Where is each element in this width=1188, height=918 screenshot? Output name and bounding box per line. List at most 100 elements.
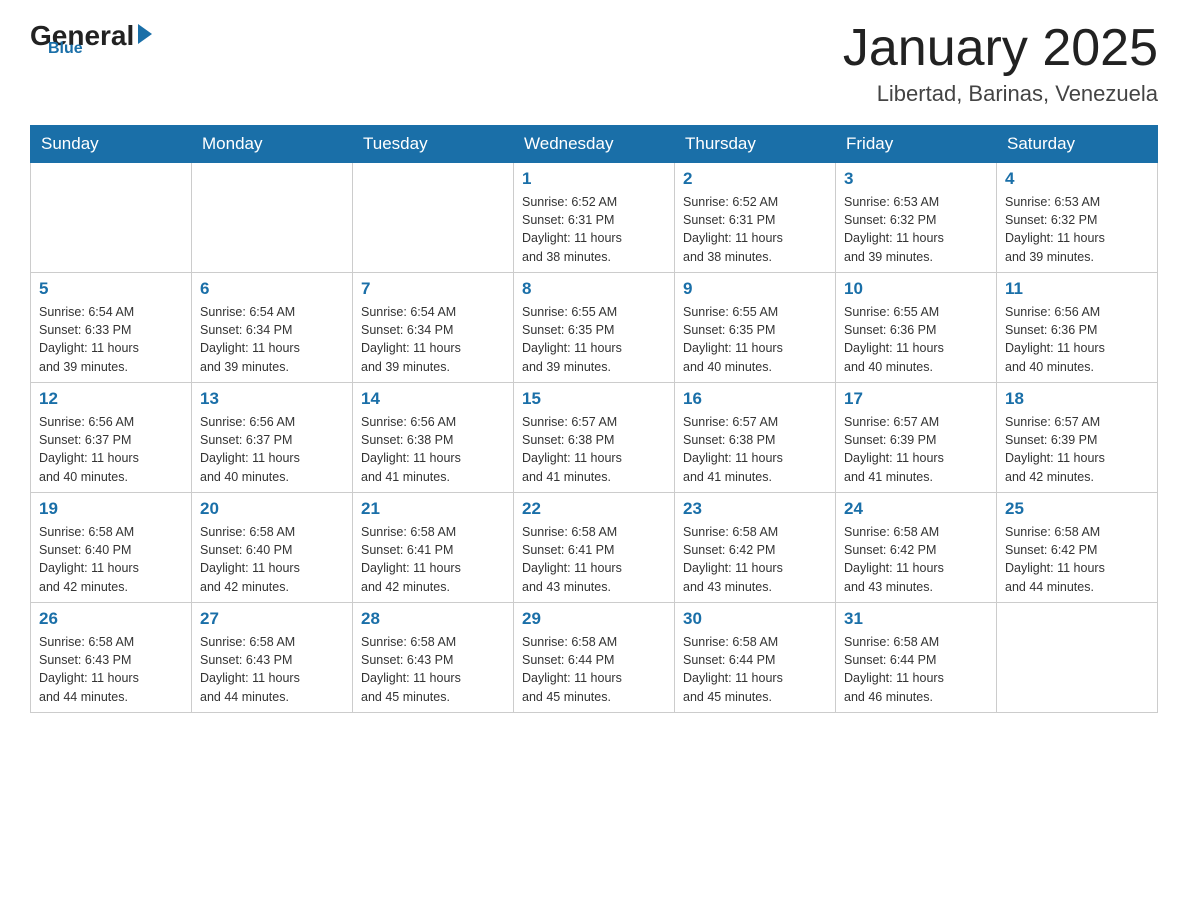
- calendar-cell: 1 Sunrise: 6:52 AM Sunset: 6:31 PM Daylig…: [514, 163, 675, 273]
- day-info: Sunrise: 6:55 AM Sunset: 6:35 PM Dayligh…: [522, 303, 666, 376]
- day-info: Sunrise: 6:53 AM Sunset: 6:32 PM Dayligh…: [1005, 193, 1149, 266]
- calendar-cell: 23 Sunrise: 6:58 AM Sunset: 6:42 PM Dayli…: [675, 493, 836, 603]
- day-number: 29: [522, 609, 666, 629]
- day-info: Sunrise: 6:57 AM Sunset: 6:38 PM Dayligh…: [683, 413, 827, 486]
- calendar-header-row: SundayMondayTuesdayWednesdayThursdayFrid…: [31, 126, 1158, 163]
- calendar-cell: 28Sunrise: 6:58 AM Sunset: 6:43 PM Dayli…: [353, 603, 514, 713]
- day-header-thursday: Thursday: [675, 126, 836, 163]
- calendar-cell: [353, 163, 514, 273]
- day-info: Sunrise: 6:52 AM Sunset: 6:31 PM Dayligh…: [683, 193, 827, 266]
- calendar-cell: 14Sunrise: 6:56 AM Sunset: 6:38 PM Dayli…: [353, 383, 514, 493]
- day-number: 4: [1005, 169, 1149, 189]
- calendar-cell: 18Sunrise: 6:57 AM Sunset: 6:39 PM Dayli…: [997, 383, 1158, 493]
- day-number: 10: [844, 279, 988, 299]
- calendar-week-row: 1 Sunrise: 6:52 AM Sunset: 6:31 PM Daylig…: [31, 163, 1158, 273]
- day-number: 9: [683, 279, 827, 299]
- calendar-cell: 2 Sunrise: 6:52 AM Sunset: 6:31 PM Daylig…: [675, 163, 836, 273]
- logo-blue-text: Blue: [48, 40, 83, 58]
- day-info: Sunrise: 6:56 AM Sunset: 6:37 PM Dayligh…: [39, 413, 183, 486]
- day-number: 1: [522, 169, 666, 189]
- calendar-cell: 8 Sunrise: 6:55 AM Sunset: 6:35 PM Daylig…: [514, 273, 675, 383]
- calendar-week-row: 26 Sunrise: 6:58 AM Sunset: 6:43 PM Dayli…: [31, 603, 1158, 713]
- logo: General Blue: [30, 20, 152, 58]
- day-info: Sunrise: 6:57 AM Sunset: 6:38 PM Dayligh…: [522, 413, 666, 486]
- calendar-cell: 20Sunrise: 6:58 AM Sunset: 6:40 PM Dayli…: [192, 493, 353, 603]
- day-info: Sunrise: 6:58 AM Sunset: 6:44 PM Dayligh…: [844, 633, 988, 706]
- calendar-table: SundayMondayTuesdayWednesdayThursdayFrid…: [30, 125, 1158, 713]
- calendar-cell: [192, 163, 353, 273]
- day-header-saturday: Saturday: [997, 126, 1158, 163]
- day-info: Sunrise: 6:58 AM Sunset: 6:44 PM Dayligh…: [683, 633, 827, 706]
- page-title: January 2025: [843, 20, 1158, 77]
- calendar-cell: 12 Sunrise: 6:56 AM Sunset: 6:37 PM Dayli…: [31, 383, 192, 493]
- day-number: 18: [1005, 389, 1149, 409]
- calendar-cell: 24 Sunrise: 6:58 AM Sunset: 6:42 PM Dayli…: [836, 493, 997, 603]
- calendar-cell: 5 Sunrise: 6:54 AM Sunset: 6:33 PM Daylig…: [31, 273, 192, 383]
- logo-arrow-icon: [138, 24, 152, 44]
- page-subtitle: Libertad, Barinas, Venezuela: [843, 81, 1158, 107]
- day-number: 8: [522, 279, 666, 299]
- day-info: Sunrise: 6:56 AM Sunset: 6:36 PM Dayligh…: [1005, 303, 1149, 376]
- day-number: 12: [39, 389, 183, 409]
- day-info: Sunrise: 6:54 AM Sunset: 6:34 PM Dayligh…: [200, 303, 344, 376]
- day-info: Sunrise: 6:58 AM Sunset: 6:40 PM Dayligh…: [39, 523, 183, 596]
- day-number: 26: [39, 609, 183, 629]
- calendar-week-row: 19Sunrise: 6:58 AM Sunset: 6:40 PM Dayli…: [31, 493, 1158, 603]
- day-header-friday: Friday: [836, 126, 997, 163]
- day-number: 13: [200, 389, 344, 409]
- calendar-cell: 6Sunrise: 6:54 AM Sunset: 6:34 PM Daylig…: [192, 273, 353, 383]
- day-info: Sunrise: 6:58 AM Sunset: 6:43 PM Dayligh…: [39, 633, 183, 706]
- day-info: Sunrise: 6:54 AM Sunset: 6:34 PM Dayligh…: [361, 303, 505, 376]
- calendar-cell: 30 Sunrise: 6:58 AM Sunset: 6:44 PM Dayli…: [675, 603, 836, 713]
- day-number: 22: [522, 499, 666, 519]
- calendar-week-row: 5 Sunrise: 6:54 AM Sunset: 6:33 PM Daylig…: [31, 273, 1158, 383]
- calendar-cell: [31, 163, 192, 273]
- calendar-cell: 22 Sunrise: 6:58 AM Sunset: 6:41 PM Dayli…: [514, 493, 675, 603]
- day-info: Sunrise: 6:58 AM Sunset: 6:42 PM Dayligh…: [1005, 523, 1149, 596]
- day-info: Sunrise: 6:58 AM Sunset: 6:44 PM Dayligh…: [522, 633, 666, 706]
- day-info: Sunrise: 6:56 AM Sunset: 6:37 PM Dayligh…: [200, 413, 344, 486]
- calendar-cell: 16 Sunrise: 6:57 AM Sunset: 6:38 PM Dayli…: [675, 383, 836, 493]
- calendar-cell: 13 Sunrise: 6:56 AM Sunset: 6:37 PM Dayli…: [192, 383, 353, 493]
- day-number: 16: [683, 389, 827, 409]
- header-title-area: January 2025 Libertad, Barinas, Venezuel…: [843, 20, 1158, 107]
- day-number: 3: [844, 169, 988, 189]
- day-number: 17: [844, 389, 988, 409]
- day-number: 7: [361, 279, 505, 299]
- day-info: Sunrise: 6:54 AM Sunset: 6:33 PM Dayligh…: [39, 303, 183, 376]
- calendar-cell: 10Sunrise: 6:55 AM Sunset: 6:36 PM Dayli…: [836, 273, 997, 383]
- day-info: Sunrise: 6:58 AM Sunset: 6:42 PM Dayligh…: [683, 523, 827, 596]
- calendar-cell: 31Sunrise: 6:58 AM Sunset: 6:44 PM Dayli…: [836, 603, 997, 713]
- day-info: Sunrise: 6:53 AM Sunset: 6:32 PM Dayligh…: [844, 193, 988, 266]
- day-info: Sunrise: 6:58 AM Sunset: 6:40 PM Dayligh…: [200, 523, 344, 596]
- day-info: Sunrise: 6:58 AM Sunset: 6:41 PM Dayligh…: [522, 523, 666, 596]
- day-header-monday: Monday: [192, 126, 353, 163]
- calendar-cell: 29 Sunrise: 6:58 AM Sunset: 6:44 PM Dayli…: [514, 603, 675, 713]
- calendar-cell: 27Sunrise: 6:58 AM Sunset: 6:43 PM Dayli…: [192, 603, 353, 713]
- day-info: Sunrise: 6:58 AM Sunset: 6:42 PM Dayligh…: [844, 523, 988, 596]
- calendar-cell: 25Sunrise: 6:58 AM Sunset: 6:42 PM Dayli…: [997, 493, 1158, 603]
- day-info: Sunrise: 6:55 AM Sunset: 6:35 PM Dayligh…: [683, 303, 827, 376]
- day-number: 24: [844, 499, 988, 519]
- day-info: Sunrise: 6:57 AM Sunset: 6:39 PM Dayligh…: [844, 413, 988, 486]
- calendar-cell: 15 Sunrise: 6:57 AM Sunset: 6:38 PM Dayli…: [514, 383, 675, 493]
- day-number: 27: [200, 609, 344, 629]
- calendar-cell: 7 Sunrise: 6:54 AM Sunset: 6:34 PM Daylig…: [353, 273, 514, 383]
- day-number: 5: [39, 279, 183, 299]
- calendar-week-row: 12 Sunrise: 6:56 AM Sunset: 6:37 PM Dayli…: [31, 383, 1158, 493]
- day-number: 23: [683, 499, 827, 519]
- calendar-cell: 19Sunrise: 6:58 AM Sunset: 6:40 PM Dayli…: [31, 493, 192, 603]
- calendar-cell: 17 Sunrise: 6:57 AM Sunset: 6:39 PM Dayli…: [836, 383, 997, 493]
- calendar-cell: 3 Sunrise: 6:53 AM Sunset: 6:32 PM Daylig…: [836, 163, 997, 273]
- day-header-wednesday: Wednesday: [514, 126, 675, 163]
- page-header: General Blue January 2025 Libertad, Bari…: [30, 20, 1158, 107]
- day-info: Sunrise: 6:58 AM Sunset: 6:43 PM Dayligh…: [361, 633, 505, 706]
- calendar-cell: 11 Sunrise: 6:56 AM Sunset: 6:36 PM Dayli…: [997, 273, 1158, 383]
- day-number: 30: [683, 609, 827, 629]
- day-number: 15: [522, 389, 666, 409]
- calendar-cell: 4 Sunrise: 6:53 AM Sunset: 6:32 PM Daylig…: [997, 163, 1158, 273]
- day-info: Sunrise: 6:52 AM Sunset: 6:31 PM Dayligh…: [522, 193, 666, 266]
- day-number: 11: [1005, 279, 1149, 299]
- day-info: Sunrise: 6:58 AM Sunset: 6:41 PM Dayligh…: [361, 523, 505, 596]
- day-number: 2: [683, 169, 827, 189]
